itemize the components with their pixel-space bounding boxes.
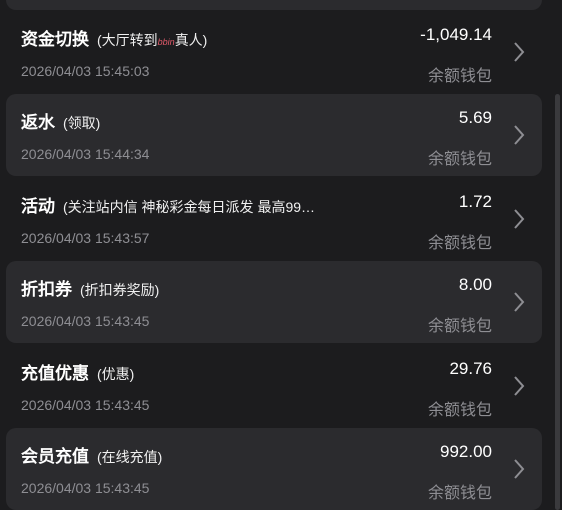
transaction-time: 2026/04/03 15:43:45	[21, 480, 150, 496]
transaction-time: 2026/04/03 15:44:34	[21, 146, 150, 162]
transaction-title-line: 资金切换 (大厅转到bbin真人)	[21, 25, 381, 50]
transaction-title-line: 充值优惠 (优惠)	[21, 359, 381, 384]
transaction-type: 资金切换	[21, 30, 89, 49]
wallet-name: 余额钱包	[427, 68, 492, 85]
transaction-type: 折扣券	[21, 280, 72, 299]
transaction-detail: (领取)	[63, 115, 101, 131]
transaction-amount: -1,049.14	[420, 25, 492, 44]
transaction-type: 充值优惠	[21, 364, 89, 383]
transaction-title-line: 返水 (领取)	[21, 108, 381, 133]
wallet-name: 余额钱包	[427, 402, 492, 419]
chevron-right-icon[interactable]	[512, 458, 526, 480]
transaction-type: 会员充值	[21, 447, 89, 466]
transaction-row[interactable]: 充值优惠 (优惠) 2026/04/03 15:43:45 29.76 余额钱包	[6, 345, 542, 427]
chevron-right-icon[interactable]	[512, 41, 526, 63]
transaction-amount: 8.00	[458, 275, 492, 294]
transaction-amount: 29.76	[449, 359, 492, 378]
chevron-right-icon[interactable]	[512, 375, 526, 397]
transaction-row[interactable]: 返水 (领取) 2026/04/03 15:44:34 5.69 余额钱包	[6, 94, 542, 176]
wallet-name: 余额钱包	[427, 235, 492, 252]
transaction-detail: (关注站内信 神秘彩金每日派发 最高99…	[63, 199, 316, 215]
transaction-list: 资金切换 (大厅转到bbin真人) 2026/04/03 15:45:03 -1…	[0, 0, 562, 510]
transaction-time: 2026/04/03 15:43:45	[21, 313, 150, 329]
transaction-title-line: 折扣券 (折扣券奖励)	[21, 275, 381, 300]
wallet-name: 余额钱包	[427, 318, 492, 335]
wallet-name: 余额钱包	[427, 151, 492, 168]
transaction-type: 返水	[21, 113, 55, 132]
transaction-row[interactable]: 活动 (关注站内信 神秘彩金每日派发 最高99… 2026/04/03 15:4…	[6, 178, 542, 260]
transaction-row[interactable]: 折扣券 (折扣券奖励) 2026/04/03 15:43:45 8.00 余额钱…	[6, 261, 542, 343]
transaction-title-line: 活动 (关注站内信 神秘彩金每日派发 最高99…	[21, 192, 381, 217]
chevron-right-icon[interactable]	[512, 124, 526, 146]
previous-record-card[interactable]	[6, 0, 542, 10]
transaction-time: 2026/04/03 15:43:57	[21, 230, 150, 246]
transaction-time: 2026/04/03 15:45:03	[21, 63, 150, 79]
brand-logo: bbin	[157, 37, 175, 47]
transaction-amount: 5.69	[458, 108, 492, 127]
vertical-scrollbar[interactable]	[555, 94, 560, 510]
transaction-time: 2026/04/03 15:43:45	[21, 397, 150, 413]
chevron-right-icon[interactable]	[512, 291, 526, 313]
transaction-detail: (折扣券奖励)	[80, 282, 160, 298]
transaction-amount: 992.00	[440, 442, 492, 461]
transaction-title-line: 会员充值 (在线充值)	[21, 442, 381, 467]
transaction-row[interactable]: 会员充值 (在线充值) 2026/04/03 15:43:45 992.00 余…	[6, 428, 542, 510]
chevron-right-icon[interactable]	[512, 208, 526, 230]
wallet-name: 余额钱包	[427, 485, 492, 502]
transaction-detail: (在线充值)	[97, 449, 163, 465]
transaction-row[interactable]: 资金切换 (大厅转到bbin真人) 2026/04/03 15:45:03 -1…	[6, 11, 542, 93]
transaction-amount: 1.72	[458, 192, 492, 211]
transaction-detail: (优惠)	[97, 366, 135, 382]
transaction-detail: (大厅转到bbin真人)	[97, 32, 208, 48]
transaction-type: 活动	[21, 197, 55, 216]
